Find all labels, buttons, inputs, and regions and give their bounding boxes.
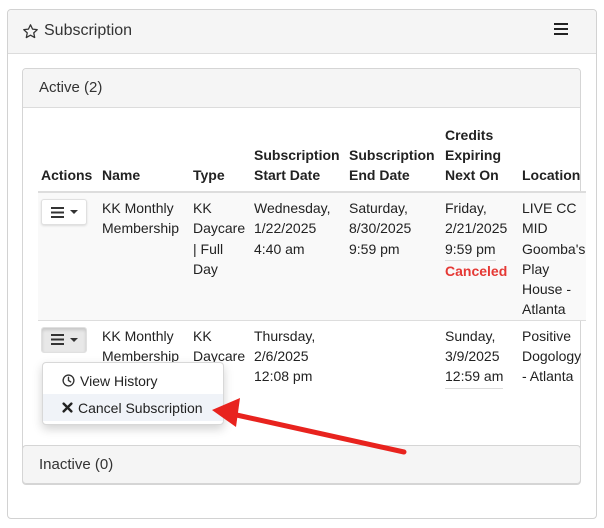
cancel-subscription-menu-item[interactable]: Cancel Subscription: [43, 394, 223, 421]
col-credits: Credits Expiring Next On: [442, 125, 519, 193]
row-start-date: Wednesday, 1/22/2025 4:40 am: [251, 192, 346, 321]
panel-title: Subscription: [22, 22, 132, 40]
star-icon[interactable]: [22, 23, 39, 40]
col-location: Location: [519, 125, 586, 193]
caret-down-icon: [70, 337, 78, 342]
list-icon: [51, 206, 64, 218]
list-icon: [51, 334, 64, 346]
col-type: Type: [190, 125, 251, 193]
panel-header: Subscription: [8, 10, 596, 54]
row-end-date: Saturday, 8/30/2025 9:59 pm: [346, 192, 442, 321]
hamburger-menu-icon[interactable]: [554, 22, 574, 40]
row-name: KK Monthly Membership: [99, 192, 190, 321]
row-actions-button[interactable]: [41, 326, 87, 353]
caret-down-icon: [70, 210, 78, 214]
close-icon: [62, 402, 73, 413]
row-actions-dropdown: View History Cancel Subscription: [42, 362, 224, 425]
inactive-section-header[interactable]: Inactive (0): [22, 445, 581, 484]
active-section-header[interactable]: Active (2): [23, 69, 580, 108]
row-start-date: Thursday, 2/6/2025 12:08 pm: [254, 327, 316, 385]
col-name: Name: [99, 125, 190, 193]
col-actions: Actions: [38, 125, 99, 193]
row-location: Positive Dogology - Atlanta: [522, 327, 582, 385]
clock-icon: [62, 374, 75, 387]
col-end: Subscription End Date: [346, 125, 442, 193]
row-location: LIVE CC MID Goomba's Play House - Atlanta: [519, 192, 586, 321]
row-credits: Friday, 2/21/2025 9:59 pm Canceled: [442, 192, 519, 321]
table-header-row: Actions Name Type Subscription Start Date…: [38, 125, 586, 193]
table-row: KK Monthly Membership KK Daycare | Full Day …: [38, 192, 586, 321]
view-history-menu-item[interactable]: View History: [43, 367, 223, 394]
row-type: KK Daycare | Full Day: [190, 192, 251, 321]
row-credits: Sunday, 3/9/2025 12:59 am: [442, 320, 519, 444]
panel-title-text: Subscription: [44, 22, 133, 39]
row-actions-button[interactable]: [41, 199, 87, 225]
row-end-date: [346, 320, 442, 444]
col-start: Subscription Start Date: [251, 125, 346, 193]
status-badge: Canceled: [445, 262, 508, 279]
